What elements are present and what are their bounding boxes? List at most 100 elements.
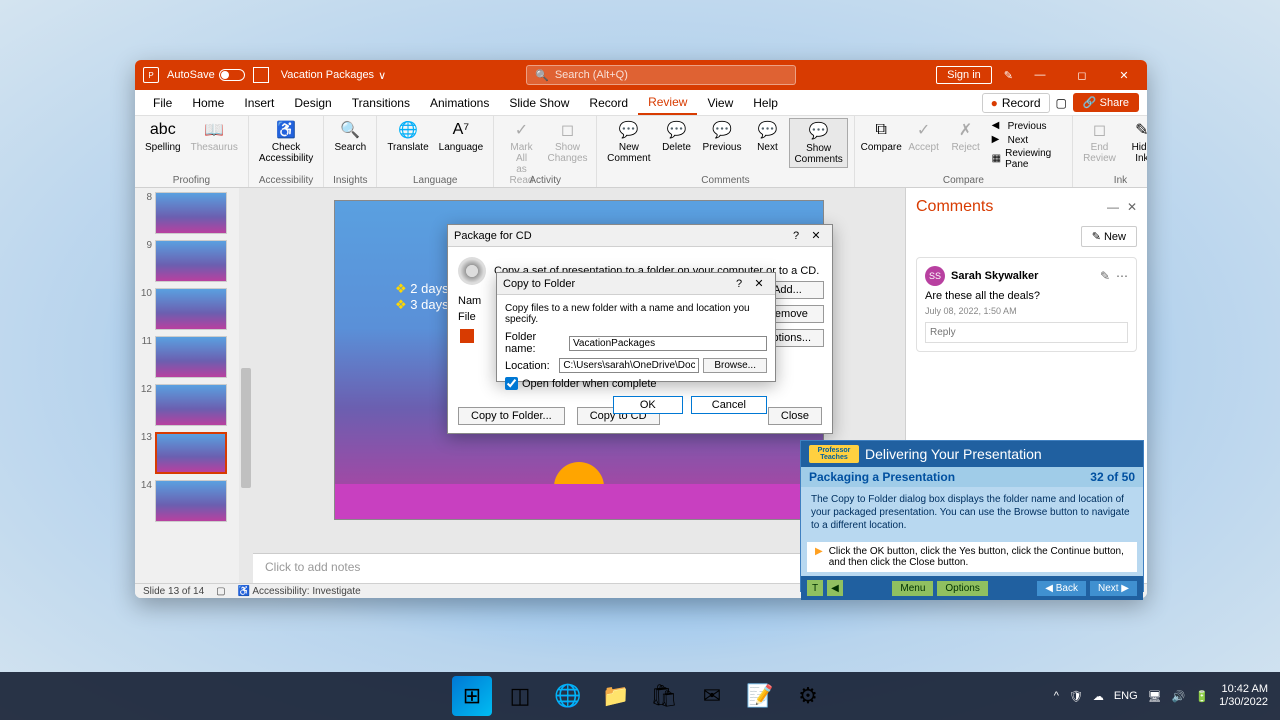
tutorial-prev-icon[interactable]: ◀ [827,580,843,596]
dialog-help[interactable]: ? [786,230,806,242]
accessibility-button[interactable]: ♿Check Accessibility [255,118,317,166]
comments-close[interactable]: ✕ [1127,200,1137,214]
slide-thumb-10[interactable]: 10 [139,288,249,330]
language-indicator[interactable]: ENG [1114,690,1138,702]
store-icon[interactable]: 🛍 [644,676,684,716]
tutorial-options-button[interactable]: Options [937,581,987,596]
accept-button[interactable]: ✓Accept [904,118,944,155]
prevcomment-button[interactable]: 💬Previous [699,118,746,155]
tutorial-next-button[interactable]: Next ▶ [1090,581,1137,596]
tab-file[interactable]: File [143,92,182,114]
settings-icon[interactable]: ⚙ [788,676,828,716]
ok-button[interactable]: OK [613,396,683,414]
slide-thumb-14[interactable]: 14 [139,480,249,522]
mail-icon[interactable]: ✉ [692,676,732,716]
network-icon[interactable]: 🖥 [1148,690,1162,703]
endreview-button[interactable]: ◻End Review [1079,118,1120,166]
tutorial-t-icon[interactable]: T [807,580,823,596]
maximize-button[interactable]: ◻ [1067,69,1097,82]
explorer-icon[interactable]: 📁 [596,676,636,716]
present-icon[interactable]: ▢ [1056,96,1067,110]
comments-minimize[interactable]: — [1107,200,1119,214]
nextcomment-button[interactable]: 💬Next [747,118,787,155]
tab-insert[interactable]: Insert [234,92,284,114]
slide-thumb-9[interactable]: 9 [139,240,249,282]
tab-record[interactable]: Record [579,92,638,114]
dialog-help[interactable]: ? [729,278,749,290]
record-button[interactable]: Record [982,93,1050,113]
share-button[interactable]: 🔗 Share [1073,93,1139,112]
new-comment-button[interactable]: ✎ New [1081,226,1137,247]
search-button[interactable]: 🔍Search [330,118,370,155]
volume-icon[interactable]: 🔊 [1172,690,1186,703]
autosave-toggle[interactable]: AutoSave [167,69,245,81]
reply-input[interactable] [925,322,1128,343]
slide-panel[interactable]: 8 9 10 11 12 13💬 14 [135,188,253,583]
newcomment-button[interactable]: 💬New Comment [603,118,654,166]
translate-button[interactable]: 🌐Translate [383,118,432,155]
toggle-icon[interactable] [219,69,245,81]
reviewing-pane[interactable]: ▦Reviewing Pane [992,148,1062,170]
security-icon[interactable]: 🛡 [1069,690,1083,703]
showchanges-button[interactable]: ◻Show Changes [545,118,590,166]
notes-icon[interactable]: ▢ [216,586,225,597]
signin-button[interactable]: Sign in [936,66,992,84]
hideink-button[interactable]: ✎Hide Ink [1122,118,1147,166]
compare-next[interactable]: ▶Next [992,134,1062,146]
deletecomment-button[interactable]: 💬Delete [657,118,697,155]
pen-icon[interactable]: ✎ [1004,69,1013,82]
group-language-label: Language [413,175,458,186]
close-button[interactable]: Close [768,407,822,425]
tray-chevron[interactable]: ^ [1054,690,1059,702]
reject-button[interactable]: ✗Reject [946,118,986,155]
tutorial-menu-button[interactable]: Menu [892,581,933,596]
compare-prev[interactable]: ◀Previous [992,120,1062,132]
browse-button[interactable]: Browse... [703,358,767,373]
language-button[interactable]: A⁷Language [435,118,488,155]
tab-animations[interactable]: Animations [420,92,499,114]
save-icon[interactable] [253,67,269,83]
comment-menu-icon[interactable]: ⋯ [1116,269,1128,283]
accessibility-status[interactable]: ♿ Accessibility: Investigate [238,586,361,597]
showcomments-button[interactable]: 💬Show Comments [789,118,847,168]
app-icon[interactable]: 📝 [740,676,780,716]
slide-panel-scrollbar[interactable] [239,188,253,583]
weather-icon[interactable]: ☁ [1093,690,1104,703]
compare-button[interactable]: ⧉Compare [861,118,902,155]
taskview-icon[interactable]: ◫ [500,676,540,716]
slide-thumb-8[interactable]: 8 [139,192,249,234]
dialog-close[interactable]: ✕ [749,277,769,290]
tab-transitions[interactable]: Transitions [342,92,420,114]
slide-thumb-11[interactable]: 11 [139,336,249,378]
tab-help[interactable]: Help [743,92,788,114]
folder-name-input[interactable] [569,336,767,351]
thesaurus-button[interactable]: 📖Thesaurus [187,118,242,155]
edge-icon[interactable]: 🌐 [548,676,588,716]
group-insights-label: Insights [333,175,367,186]
clock[interactable]: 10:42 AM 1/30/2022 [1219,683,1268,709]
search-input[interactable]: 🔍 Search (Alt+Q) [526,65,796,85]
location-input[interactable] [559,358,699,373]
tutorial-back-button[interactable]: ◀ Back [1037,581,1086,596]
start-button[interactable]: ⊞ [452,676,492,716]
slide-thumb-13[interactable]: 13💬 [139,432,249,474]
dialog-title: Copy to Folder [503,278,729,290]
tab-slideshow[interactable]: Slide Show [499,92,579,114]
document-name[interactable]: Vacation Packages ∨ [281,69,386,82]
location-label: Location: [505,360,555,372]
spelling-button[interactable]: abcSpelling [141,118,185,155]
dialog-close[interactable]: ✕ [806,229,826,242]
close-button[interactable]: ✕ [1109,69,1139,82]
cancel-button[interactable]: Cancel [691,396,767,414]
tab-review[interactable]: Review [638,91,697,115]
battery-icon[interactable]: 🔋 [1195,690,1209,703]
tab-home[interactable]: Home [182,92,234,114]
edit-comment-icon[interactable]: ✎ [1100,269,1110,283]
dialog-instruction: Copy files to a new folder with a name a… [505,303,767,325]
tab-design[interactable]: Design [284,92,341,114]
open-folder-checkbox[interactable] [505,377,518,390]
minimize-button[interactable]: — [1025,69,1055,81]
tab-view[interactable]: View [697,92,743,114]
slide-thumb-12[interactable]: 12 [139,384,249,426]
group-ink-label: Ink [1114,175,1127,186]
